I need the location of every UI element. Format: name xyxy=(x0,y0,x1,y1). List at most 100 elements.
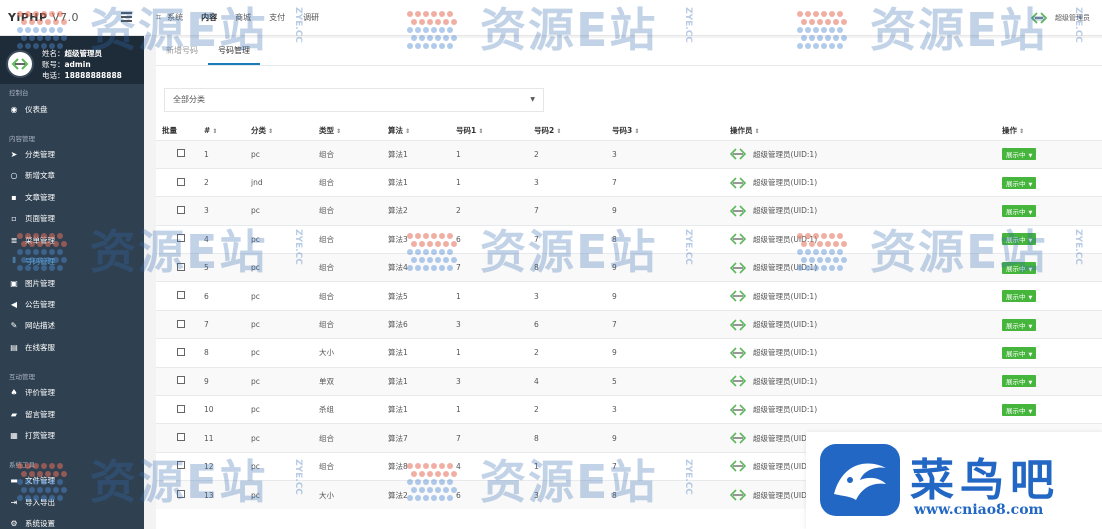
column-header[interactable]: 分类 ⇕ xyxy=(251,122,319,141)
topnav-label: 内容 xyxy=(201,13,218,22)
table-row[interactable]: 5 pc 组合 算法4 7 8 9 超级管理员(UID:1) 展示中 ▼ xyxy=(156,253,1102,282)
column-header[interactable]: 号码3 ⇕ xyxy=(612,122,730,141)
sort-icon[interactable]: ⇕ xyxy=(268,128,273,135)
sidebar-item-label: 图片管理 xyxy=(25,278,55,288)
table-cell: 7 xyxy=(456,423,534,453)
status-dropdown-button[interactable]: 展示中▼ xyxy=(1002,204,1037,217)
row-checkbox[interactable] xyxy=(177,433,185,442)
category-filter-select[interactable]: 全部分类 ▼ xyxy=(164,88,544,112)
sort-icon[interactable]: ⇕ xyxy=(634,128,639,135)
row-checkbox[interactable] xyxy=(177,404,185,413)
sidebar-item-rewards[interactable]: ▦ 打赏管理 xyxy=(9,428,139,442)
sidebar-item-messages[interactable]: ▰ 留言管理 xyxy=(9,407,139,421)
status-dropdown-button[interactable]: 展示中▼ xyxy=(1002,176,1037,189)
table-row[interactable]: 6 pc 组合 算法5 1 3 9 超级管理员(UID:1) 展示中 ▼ xyxy=(156,281,1102,311)
profile-phone: 18888888888 xyxy=(64,71,122,80)
app-logo[interactable]: YiPHP V7.0 xyxy=(8,11,79,24)
topnav-label: 支付 xyxy=(269,13,286,22)
avatar[interactable] xyxy=(6,50,34,78)
table-row[interactable]: 7 pc 组合 算法6 3 6 7 超级管理员(UID:1) 展示中 ▼ xyxy=(156,309,1102,339)
sidebar-item-dashboard[interactable]: ◉ 仪表盘 xyxy=(9,102,139,116)
column-header[interactable]: # ⇕ xyxy=(204,122,251,141)
table-row[interactable]: 9 pc 单双 算法1 3 4 5 超级管理员(UID:1) 展示中 ▼ xyxy=(156,366,1102,396)
status-dropdown-button[interactable]: 展示中▼ xyxy=(1002,148,1037,161)
sort-icon[interactable]: ⇕ xyxy=(336,128,341,135)
tab-number-manage[interactable]: 号码管理 xyxy=(208,38,260,65)
table-cell: 算法5 xyxy=(388,281,456,311)
sort-icon[interactable]: ⇕ xyxy=(1019,128,1024,135)
row-checkbox[interactable] xyxy=(177,376,185,385)
sort-icon[interactable]: ⇕ xyxy=(755,128,760,135)
row-checkbox[interactable] xyxy=(177,177,185,186)
sort-icon[interactable]: ⇕ xyxy=(212,128,217,135)
sidebar-item-online-service[interactable]: ▤ 在线客服 xyxy=(9,340,139,354)
status-dropdown-button[interactable]: 展示中▼ xyxy=(1002,233,1037,246)
topnav-item-pay[interactable]: 支付 xyxy=(269,12,285,23)
sidebar-item-settings[interactable]: ⚙ 系统设置 xyxy=(9,516,139,529)
status-dropdown-button[interactable]: 展示中▼ xyxy=(1002,318,1037,331)
profile-info: 姓名：超级管理员 账号：admin 电话：18888888888 xyxy=(42,48,122,81)
row-checkbox[interactable] xyxy=(177,205,185,214)
sort-icon[interactable]: ⇕ xyxy=(478,128,483,135)
table-cell: 2 xyxy=(456,196,534,226)
sidebar-item-reviews[interactable]: ♠ 评价管理 xyxy=(9,385,139,399)
row-checkbox[interactable] xyxy=(177,234,185,243)
table-cell: 1 xyxy=(456,139,534,169)
operator-name: 超级管理员(UID xyxy=(753,461,807,471)
row-checkbox[interactable] xyxy=(177,461,185,470)
row-checkbox[interactable] xyxy=(177,262,185,271)
table-row[interactable]: 8 pc 大小 算法1 1 2 9 超级管理员(UID:1) 展示中 ▼ xyxy=(156,338,1102,368)
table-row[interactable]: 3 pc 组合 算法2 2 7 9 超级管理员(UID:1) 展示中 ▼ xyxy=(156,196,1102,226)
row-checkbox[interactable] xyxy=(177,149,185,158)
table-row[interactable]: 4 pc 组合 算法3 6 7 8 超级管理员(UID:1) 展示中 ▼ xyxy=(156,224,1102,254)
column-header[interactable]: 操作 ⇕ xyxy=(1002,122,1102,141)
sidebar-item-images[interactable]: ▣ 图片管理 xyxy=(9,276,139,290)
topnav-item-shop[interactable]: 商城 xyxy=(235,12,251,23)
sidebar-item-site-desc[interactable]: ✎ 网站描述 xyxy=(9,318,139,332)
table-row[interactable]: 1 pc 组合 算法1 1 2 3 超级管理员(UID:1) 展示中 ▼ xyxy=(156,139,1102,169)
table-cell: 9 xyxy=(612,423,730,453)
sidebar-item-notices[interactable]: ◀ 公告管理 xyxy=(9,297,139,311)
status-dropdown-button[interactable]: 展示中▼ xyxy=(1002,403,1037,416)
table-cell: 算法1 xyxy=(388,338,456,368)
column-header[interactable]: 号码1 ⇕ xyxy=(456,122,534,141)
sidebar-item-pages[interactable]: ▫ 页面管理 xyxy=(9,211,139,225)
sidebar-item-files[interactable]: ▬ 文件管理 xyxy=(9,473,139,487)
column-header[interactable]: 号码2 ⇕ xyxy=(534,122,612,141)
status-dropdown-button[interactable]: 展示中▼ xyxy=(1002,261,1037,274)
table-cell: 组合 xyxy=(319,196,388,226)
sidebar-item-articles[interactable]: ▪ 文章管理 xyxy=(9,190,139,204)
row-checkbox[interactable] xyxy=(177,319,185,328)
sidebar-item-menus[interactable]: ≣ 菜单管理 xyxy=(9,233,139,247)
row-checkbox[interactable] xyxy=(177,347,185,356)
row-checkbox[interactable] xyxy=(177,291,185,300)
sort-icon[interactable]: ⇕ xyxy=(556,128,561,135)
sidebar-item-import-export[interactable]: ⇥ 导入导出 xyxy=(9,495,139,509)
sort-icon[interactable]: ⇕ xyxy=(405,128,410,135)
sidebar-group-tools: 系统工具 xyxy=(9,461,35,469)
table-cell: 3 xyxy=(456,366,534,396)
table-row[interactable]: 10 pc 杀组 算法1 1 2 3 超级管理员(UID:1) 展示中 ▼ xyxy=(156,395,1102,424)
sidebar-item-category[interactable]: ➤ 分类管理 xyxy=(9,147,139,161)
column-header[interactable]: 类型 ⇕ xyxy=(319,122,388,141)
table-row[interactable]: 2 jnd 组合 算法1 1 3 7 超级管理员(UID:1) 展示中 ▼ xyxy=(156,167,1102,197)
sidebar-item-numbers[interactable]: ⫴ 号码管理 xyxy=(9,254,139,268)
topnav-item-survey[interactable]: 调研 xyxy=(303,12,319,23)
topnav-item-system[interactable]: ⌗ 系统 xyxy=(156,12,183,23)
sidebar-item-new-article[interactable]: ○ 新增文章 xyxy=(9,168,139,182)
status-cell: 展示中▼ xyxy=(1002,253,1102,282)
column-header[interactable]: 操作员 ⇕ xyxy=(730,122,1002,141)
tab-new-number[interactable]: 新增号码 xyxy=(156,38,208,65)
topnav-item-content[interactable]: 内容 xyxy=(201,12,217,23)
status-dropdown-button[interactable]: 展示中▼ xyxy=(1002,375,1037,388)
column-header[interactable]: 批量 xyxy=(156,122,204,141)
table-cell: pc xyxy=(251,281,319,311)
user-menu[interactable]: 超级管理员 xyxy=(1031,10,1090,26)
status-dropdown-button[interactable]: 展示中▼ xyxy=(1002,290,1037,303)
column-header[interactable]: 算法 ⇕ xyxy=(388,122,456,141)
chevron-down-icon: ▼ xyxy=(1028,380,1033,387)
menu-toggle-icon[interactable] xyxy=(121,12,132,22)
row-checkbox[interactable] xyxy=(177,490,185,499)
status-dropdown-button[interactable]: 展示中▼ xyxy=(1002,346,1037,359)
table-cell: 8 xyxy=(612,224,730,254)
